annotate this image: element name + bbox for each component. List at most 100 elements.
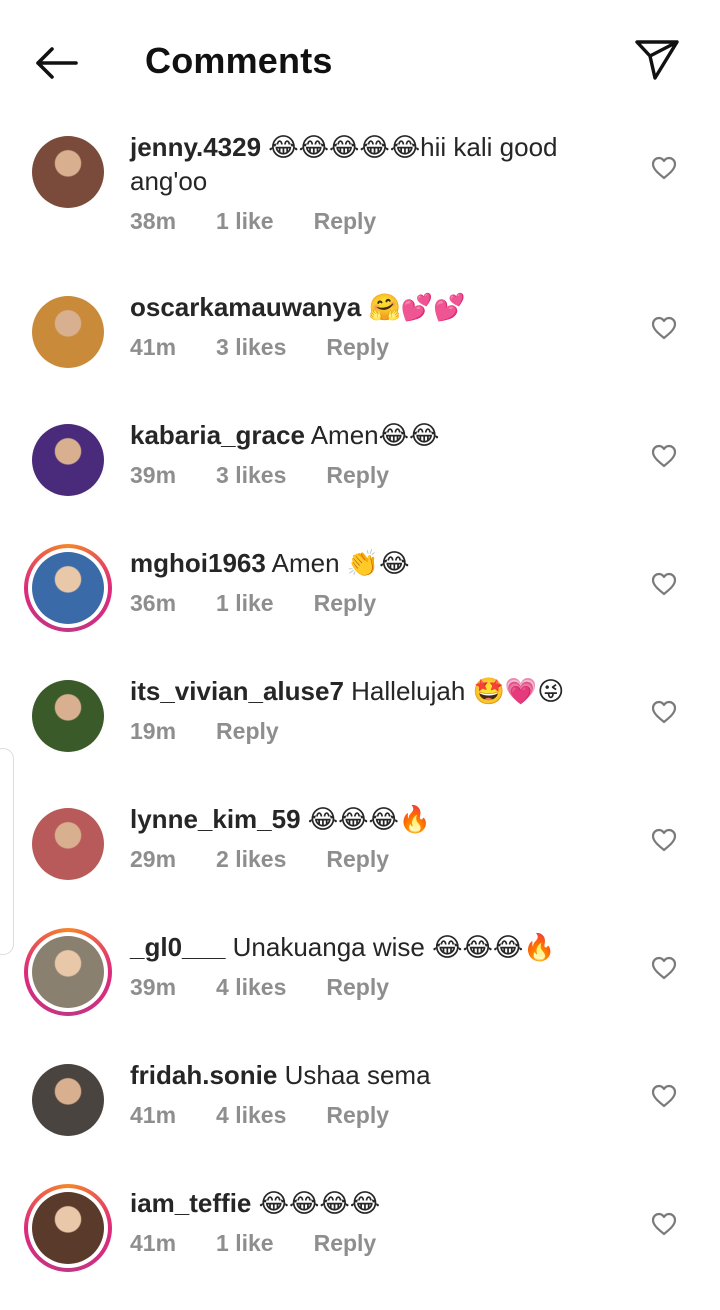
avatar[interactable] xyxy=(32,1064,104,1136)
comment-likes[interactable]: 1 like xyxy=(216,590,274,617)
avatar-image xyxy=(32,552,104,624)
avatar-image xyxy=(32,936,104,1008)
comment-meta: 41m 3 likes Reply xyxy=(130,334,620,361)
avatar-image xyxy=(32,136,104,208)
arrow-left-icon xyxy=(36,47,78,79)
heart-outline-icon[interactable] xyxy=(650,826,678,854)
comment-username[interactable]: fridah.sonie xyxy=(130,1060,277,1090)
avatar[interactable] xyxy=(32,136,104,208)
avatar-with-story-ring[interactable] xyxy=(24,544,112,632)
comment-username[interactable]: mghoi1963 xyxy=(130,548,266,578)
comment-text: iam_teffie 😂😂😂😂 xyxy=(130,1186,620,1220)
comment-time: 41m xyxy=(130,334,177,360)
comment-likes[interactable]: 2 likes xyxy=(216,846,286,873)
comment-text: mghoi1963 Amen 👏😂 xyxy=(130,546,620,580)
comment-username[interactable]: kabaria_grace xyxy=(130,420,305,450)
reply-button[interactable]: Reply xyxy=(326,974,389,1001)
comment-username[interactable]: oscarkamauwanya xyxy=(130,292,361,322)
comment-text: lynne_kim_59 😂😂😂🔥 xyxy=(130,802,620,836)
comment-likes[interactable]: 3 likes xyxy=(216,334,286,361)
comment-row: kabaria_grace Amen😂😂 39m 3 likes Reply xyxy=(0,414,720,542)
comment-body: 😂😂😂😂 xyxy=(258,1188,381,1218)
heart-outline-icon[interactable] xyxy=(650,442,678,470)
reply-button[interactable]: Reply xyxy=(314,208,377,235)
avatar[interactable] xyxy=(32,680,104,752)
share-button[interactable] xyxy=(630,34,684,86)
comment-body: 😂😂😂🔥 xyxy=(307,804,432,834)
reply-button[interactable]: Reply xyxy=(326,846,389,873)
back-button[interactable] xyxy=(30,40,82,86)
comment-time: 39m xyxy=(130,462,177,488)
comment-time: 39m xyxy=(130,974,177,1000)
avatar[interactable] xyxy=(32,424,104,496)
comment-row: fridah.sonie Ushaa sema 41m 4 likes Reply xyxy=(0,1054,720,1182)
comment-row: jenny.4329 😂😂😂😂😂hii kali good ang'oo 38m 1… xyxy=(0,126,720,286)
comment-body: Amen 👏😂 xyxy=(271,548,410,578)
comment-likes[interactable]: 4 likes xyxy=(216,974,286,1001)
comment-body: Amen😂😂 xyxy=(310,420,440,450)
comment-text: fridah.sonie Ushaa sema xyxy=(130,1058,620,1092)
heart-outline-icon[interactable] xyxy=(650,154,678,182)
comment-username[interactable]: iam_teffie xyxy=(130,1188,251,1218)
comment-likes[interactable]: 1 like xyxy=(216,1230,274,1257)
avatar-image xyxy=(32,1192,104,1264)
comment-text: _gl0___ Unakuanga wise 😂😂😂🔥 xyxy=(130,930,620,964)
avatar-image xyxy=(32,1064,104,1136)
comment-meta: 29m 2 likes Reply xyxy=(130,846,620,873)
avatar-with-story-ring[interactable] xyxy=(24,1184,112,1272)
comment-body: Unakuanga wise 😂😂😂🔥 xyxy=(232,932,556,962)
heart-outline-icon[interactable] xyxy=(650,570,678,598)
avatar-image xyxy=(32,808,104,880)
comment-meta: 41m 4 likes Reply xyxy=(130,1102,620,1129)
heart-outline-icon[interactable] xyxy=(650,1210,678,1238)
avatar-image xyxy=(32,424,104,496)
comment-meta: 36m 1 like Reply xyxy=(130,590,620,617)
comment-username[interactable]: lynne_kim_59 xyxy=(130,804,301,834)
avatar[interactable] xyxy=(32,296,104,368)
heart-outline-icon[interactable] xyxy=(650,698,678,726)
reply-button[interactable]: Reply xyxy=(314,590,377,617)
heart-outline-icon[interactable] xyxy=(650,954,678,982)
comment-body: Hallelujah 🤩💗😜 xyxy=(351,676,565,706)
avatar-with-story-ring[interactable] xyxy=(24,928,112,1016)
comment-text: kabaria_grace Amen😂😂 xyxy=(130,418,620,452)
comment-content: its_vivian_aluse7 Hallelujah 🤩💗😜 19m Reply xyxy=(130,674,620,745)
avatar-image xyxy=(32,680,104,752)
header: Comments xyxy=(0,0,720,120)
reply-button[interactable]: Reply xyxy=(314,1230,377,1257)
comment-content: jenny.4329 😂😂😂😂😂hii kali good ang'oo 38m 1… xyxy=(130,130,620,235)
comment-likes[interactable]: 1 like xyxy=(216,208,274,235)
comment-list: jenny.4329 😂😂😂😂😂hii kali good ang'oo 38m 1… xyxy=(0,126,720,1310)
comment-content: lynne_kim_59 😂😂😂🔥 29m 2 likes Reply xyxy=(130,802,620,873)
comment-body: Ushaa sema xyxy=(284,1060,431,1090)
comment-meta: 19m Reply xyxy=(130,718,620,745)
heart-outline-icon[interactable] xyxy=(650,1082,678,1110)
comment-time: 38m xyxy=(130,208,177,234)
reply-button[interactable]: Reply xyxy=(216,718,279,745)
paper-plane-icon xyxy=(635,40,679,80)
avatar-image xyxy=(32,296,104,368)
comment-username[interactable]: its_vivian_aluse7 xyxy=(130,676,344,706)
avatar-frame xyxy=(28,932,108,1012)
comment-time: 41m xyxy=(130,1230,177,1256)
reply-button[interactable]: Reply xyxy=(326,1102,389,1129)
comment-likes[interactable]: 3 likes xyxy=(216,462,286,489)
comment-content: mghoi1963 Amen 👏😂 36m 1 like Reply xyxy=(130,546,620,617)
comment-time: 41m xyxy=(130,1102,177,1128)
comment-row: iam_teffie 😂😂😂😂 41m 1 like Reply xyxy=(0,1182,720,1310)
reply-button[interactable]: Reply xyxy=(326,334,389,361)
reply-button[interactable]: Reply xyxy=(326,462,389,489)
comment-username[interactable]: _gl0___ xyxy=(130,932,225,962)
avatar[interactable] xyxy=(32,808,104,880)
comment-time: 36m xyxy=(130,590,177,616)
comment-content: _gl0___ Unakuanga wise 😂😂😂🔥 39m 4 likes Rep… xyxy=(130,930,620,1001)
comment-content: iam_teffie 😂😂😂😂 41m 1 like Reply xyxy=(130,1186,620,1257)
comment-content: fridah.sonie Ushaa sema 41m 4 likes Reply xyxy=(130,1058,620,1129)
comment-likes[interactable]: 4 likes xyxy=(216,1102,286,1129)
comment-meta: 39m 3 likes Reply xyxy=(130,462,620,489)
comment-content: oscarkamauwanya 🤗💕💕 41m 3 likes Reply xyxy=(130,290,620,361)
comment-row: its_vivian_aluse7 Hallelujah 🤩💗😜 19m Reply xyxy=(0,670,720,798)
comment-meta: 41m 1 like Reply xyxy=(130,1230,620,1257)
heart-outline-icon[interactable] xyxy=(650,314,678,342)
comment-username[interactable]: jenny.4329 xyxy=(130,132,261,162)
